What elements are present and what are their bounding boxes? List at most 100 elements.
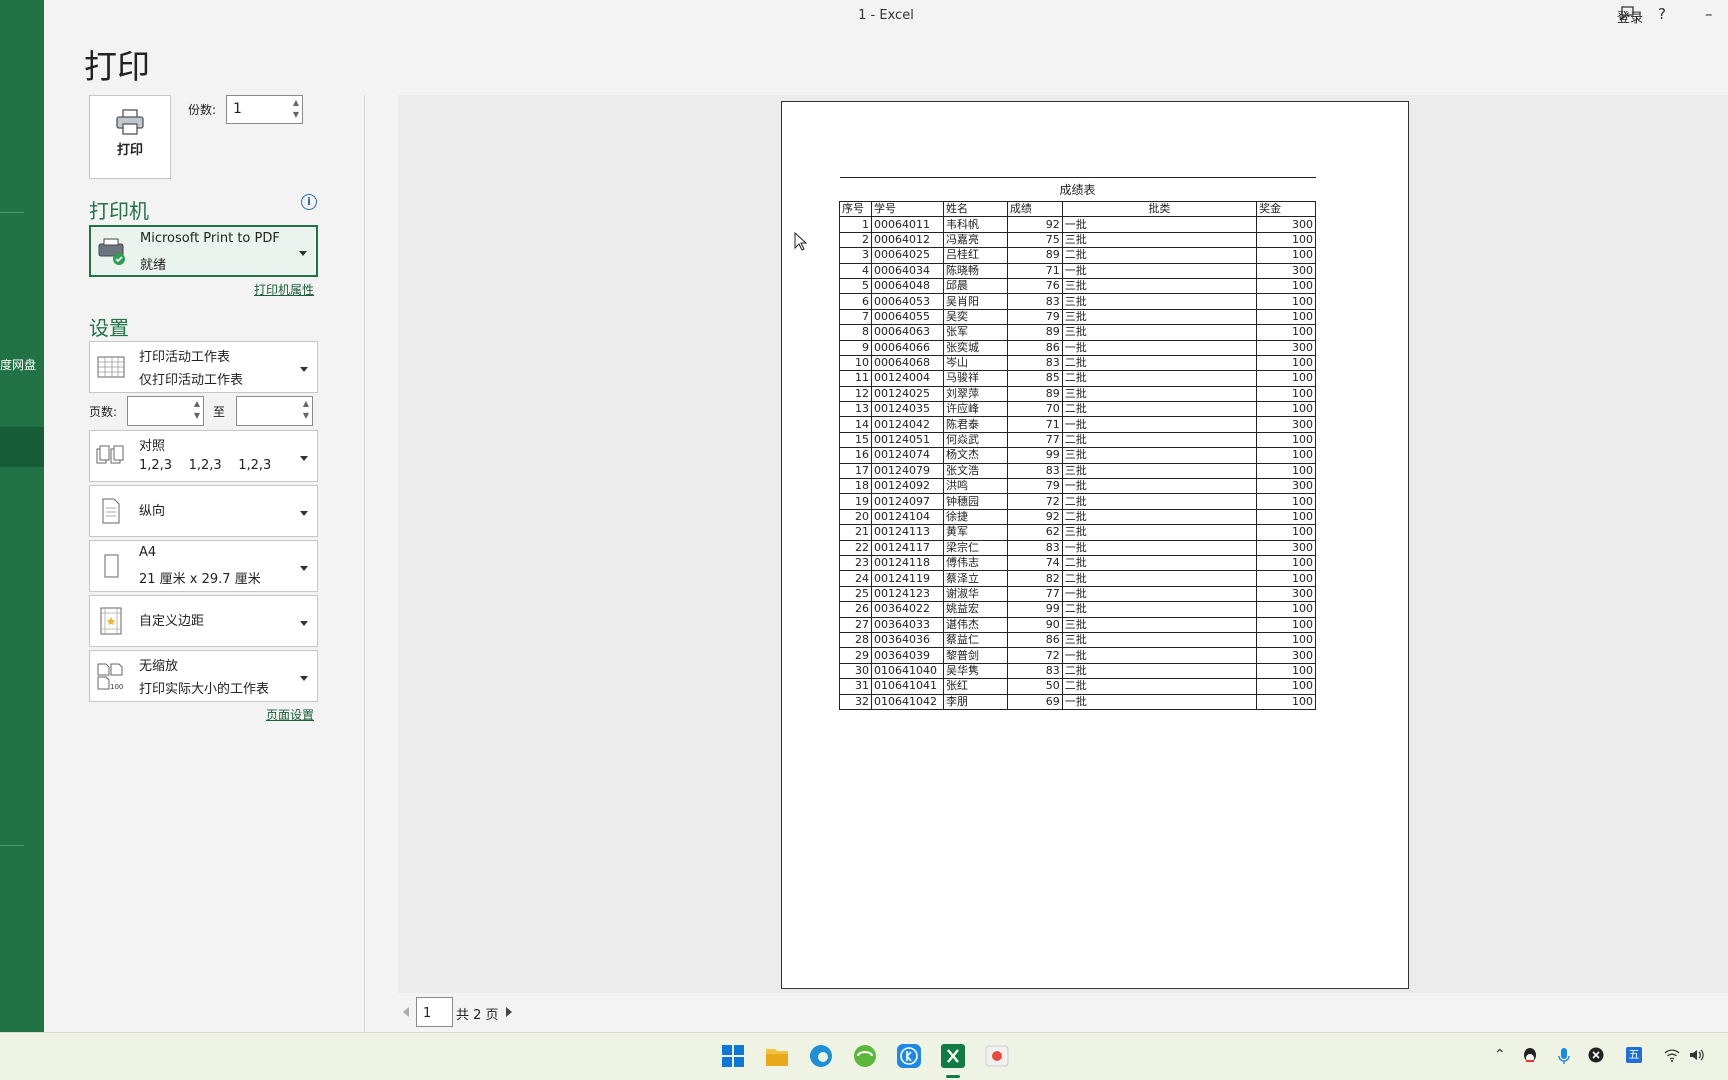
table-cell: 三批 [1061, 616, 1258, 633]
table-cell: 一批 [1061, 216, 1258, 233]
paper-size-desc: 21 厘米 x 29.7 厘米 [139, 572, 261, 587]
table-cell: 83 [1006, 293, 1063, 310]
ime-indicator[interactable]: 五 [1626, 1047, 1642, 1063]
table-cell: 79 [1006, 308, 1063, 326]
page-title: 打印 [84, 47, 150, 86]
page-setup-link[interactable]: 页面设置 [266, 706, 314, 723]
table-cell: 010641041 [870, 678, 944, 695]
table-cell: 31 [839, 678, 872, 695]
stepper-arrows-icon[interactable]: ▲ ▼ [293, 97, 299, 121]
rail-item-print-active[interactable] [0, 427, 44, 467]
table-cell: 00364039 [870, 647, 944, 664]
table-cell: 85 [1006, 370, 1063, 387]
table-row: 6 00064053 吴肖阳 83 三批 100 [839, 293, 1316, 310]
printer-dropdown[interactable]: Microsoft Print to PDF 就绪 [89, 225, 318, 277]
wifi-icon[interactable] [1664, 1047, 1680, 1063]
help-icon[interactable]: ? [1658, 5, 1666, 23]
table-cell: 20 [839, 508, 872, 526]
table-cell: 蔡泽立 [942, 570, 1008, 587]
info-icon[interactable]: i [301, 194, 317, 210]
table-cell: 00124025 [870, 385, 944, 403]
table-cell: 100 [1256, 554, 1316, 572]
next-page-icon[interactable] [506, 1007, 512, 1017]
table-cell: 79 [1006, 478, 1063, 495]
table-cell: 83 [1006, 462, 1063, 480]
table-row: 32 010641042 李朋 69 一批 100 [839, 693, 1316, 710]
table-cell: 74 [1006, 554, 1063, 572]
table-cell: 29 [839, 647, 872, 664]
scaling-dropdown[interactable]: 100 无缩放 打印实际大小的工作表 [89, 650, 318, 702]
table-cell: 9 [839, 339, 872, 356]
table-row: 5 00064048 邱晨 76 三批 100 [839, 277, 1316, 295]
table-row: 30 010641040 吴华隽 83 二批 100 [839, 662, 1316, 680]
volume-icon[interactable] [1688, 1047, 1706, 1063]
table-cell: 钟穗园 [942, 493, 1008, 510]
table-cell: 00124004 [870, 370, 944, 387]
table-cell: 徐捷 [942, 508, 1008, 526]
table-cell: 3 [839, 247, 872, 264]
panel-divider [364, 95, 365, 1032]
table-cell: 6 [839, 293, 872, 310]
table-cell: 张奕城 [942, 339, 1008, 356]
margins-dropdown[interactable]: 自定义边距 [89, 595, 318, 647]
current-page-input[interactable]: 1 [416, 997, 453, 1027]
print-scope-label: 打印活动工作表 [139, 350, 231, 365]
rail-item-netdisk[interactable]: 度网盘 [0, 356, 36, 373]
paper-size-dropdown[interactable]: A4 21 厘米 x 29.7 厘米 [89, 540, 318, 592]
feedback-icon[interactable] [1618, 5, 1636, 23]
table-cell: 二批 [1061, 662, 1258, 680]
table-cell: 二批 [1061, 354, 1258, 372]
copies-stepper[interactable]: 1 ▲ ▼ [226, 95, 303, 124]
printer-properties-link[interactable]: 打印机属性 [254, 281, 314, 298]
table-cell: 100 [1256, 231, 1316, 249]
wps-icon[interactable] [984, 1043, 1010, 1069]
table-cell: 一批 [1061, 647, 1258, 664]
windows-start-icon[interactable] [720, 1043, 746, 1069]
table-cell: 三批 [1061, 293, 1258, 310]
table-cell: 100 [1256, 354, 1316, 372]
print-scope-dropdown[interactable]: 打印活动工作表 仅打印活动工作表 [89, 341, 318, 393]
previous-page-icon[interactable] [403, 1007, 409, 1017]
pages-from-input[interactable]: ▲ ▼ [127, 396, 204, 426]
table-cell: 100 [1256, 616, 1316, 633]
print-button[interactable]: 打印 [89, 95, 171, 179]
table-cell: 100 [1256, 693, 1316, 710]
table-cell: 92 [1006, 508, 1063, 526]
browser-icon[interactable] [852, 1043, 878, 1069]
edge-icon[interactable] [808, 1043, 834, 1069]
stepper-arrows-icon[interactable]: ▲ ▼ [194, 398, 200, 422]
chevron-down-icon [300, 367, 308, 372]
table-cell: 吴肖阳 [942, 293, 1008, 310]
table-cell: 陈晓畅 [942, 262, 1008, 279]
scaling-label: 无缩放 [139, 659, 179, 674]
minimize-icon[interactable]: – [1705, 5, 1713, 23]
header-cell: 姓名 [942, 200, 1008, 218]
collate-dropdown[interactable]: 对照 1,2,3 1,2,3 1,2,3 [89, 430, 318, 482]
orientation-dropdown[interactable]: 纵向 [89, 485, 318, 537]
table-cell: 71 [1006, 262, 1063, 279]
qq-icon[interactable] [1522, 1047, 1538, 1065]
stepper-arrows-icon[interactable]: ▲ ▼ [303, 398, 309, 422]
microphone-icon[interactable] [1558, 1047, 1570, 1065]
table-row: 24 00124119 蔡泽立 82 二批 100 [839, 570, 1316, 587]
pages-to-input[interactable]: ▲ ▼ [236, 396, 313, 426]
table-cell: 三批 [1061, 631, 1258, 649]
table-row: 16 00124074 杨文杰 99 三批 100 [839, 447, 1316, 464]
table-cell: 69 [1006, 693, 1063, 710]
table-cell: 89 [1006, 324, 1063, 341]
close-circle-icon[interactable] [1588, 1047, 1604, 1063]
excel-icon[interactable] [940, 1043, 966, 1069]
table-cell: 邱晨 [942, 277, 1008, 295]
table-row: 20 00124104 徐捷 92 二批 100 [839, 508, 1316, 526]
table-cell: 100 [1256, 293, 1316, 310]
table-row: 27 00364033 谌伟杰 90 三批 100 [839, 616, 1316, 633]
app-k-icon[interactable] [896, 1043, 922, 1069]
table-cell: 100 [1256, 524, 1316, 541]
table-cell: 三批 [1061, 447, 1258, 464]
collate-desc: 1,2,3 1,2,3 1,2,3 [139, 458, 272, 473]
tray-expand-icon[interactable]: ⌃ [1494, 1047, 1506, 1063]
chevron-down-icon [300, 621, 308, 626]
file-explorer-icon[interactable] [764, 1043, 790, 1069]
printer-ready-icon [98, 238, 125, 265]
table-row: 13 00124035 许应峰 70 二批 100 [839, 401, 1316, 418]
